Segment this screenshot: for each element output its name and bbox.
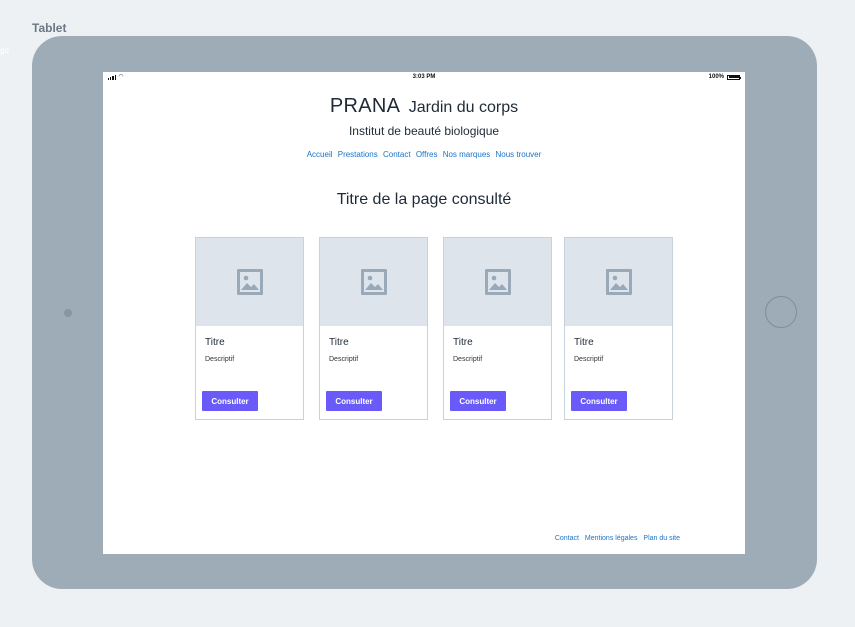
footer-link-mentions-legales[interactable]: Mentions légales (585, 535, 638, 542)
page-title: Titre de la page consulté (336, 191, 512, 208)
image-placeholder-icon (605, 269, 632, 295)
image-placeholder-icon (236, 269, 263, 295)
site-subtitle: Institut de beauté biologique (348, 124, 500, 138)
footer-links: Contact Mentions légales Plan du site (551, 535, 680, 542)
battery-icon (727, 74, 741, 80)
card: Titre Descriptif Consulter (443, 237, 552, 420)
card: Titre Descriptif Consulter (564, 237, 673, 420)
home-button[interactable] (765, 296, 797, 328)
card-description: Descriptif (329, 356, 359, 363)
card-image (565, 238, 672, 326)
card-description: Descriptif (205, 356, 235, 363)
nav-item-nos-marques[interactable]: Nos marques (443, 150, 491, 159)
nav-item-accueil[interactable]: Accueil (307, 150, 333, 159)
camera-icon (64, 309, 72, 317)
card: Titre Descriptif Consulter (195, 237, 304, 420)
stray-text: go (0, 46, 9, 55)
card-title: Titre (329, 337, 349, 348)
footer-link-contact[interactable]: Contact (555, 535, 579, 542)
card-title: Titre (453, 337, 473, 348)
card-image (320, 238, 427, 326)
card-title: Titre (574, 337, 594, 348)
status-right: 100% (708, 74, 741, 80)
consulter-button[interactable]: Consulter (450, 391, 506, 411)
nav-item-nous-trouver[interactable]: Nous trouver (496, 150, 542, 159)
status-bar: ◠ 3:03 PM 100% (103, 72, 745, 84)
main-nav: Accueil Prestations Contact Offres Nos m… (103, 150, 745, 159)
tablet-frame: ◠ 3:03 PM 100% PRANA Jardin du corps Ins… (32, 36, 817, 589)
battery-percent: 100% (708, 74, 724, 80)
consulter-button[interactable]: Consulter (571, 391, 627, 411)
footer-link-plan-du-site[interactable]: Plan du site (643, 535, 680, 542)
brand-tagline: Jardin du corps (408, 99, 519, 116)
card-description: Descriptif (453, 356, 483, 363)
card-image (444, 238, 551, 326)
nav-item-prestations[interactable]: Prestations (338, 150, 378, 159)
card-title: Titre (205, 337, 225, 348)
brand-name: PRANA (329, 95, 401, 117)
canvas-label: Tablet (32, 21, 67, 35)
image-placeholder-icon (484, 269, 511, 295)
card-description: Descriptif (574, 356, 604, 363)
status-time: 3:03 PM (412, 74, 436, 80)
card-image (196, 238, 303, 326)
nav-item-contact[interactable]: Contact (383, 150, 411, 159)
nav-item-offres[interactable]: Offres (416, 150, 438, 159)
consulter-button[interactable]: Consulter (326, 391, 382, 411)
image-placeholder-icon (360, 269, 387, 295)
card: Titre Descriptif Consulter (319, 237, 428, 420)
tablet-screen: ◠ 3:03 PM 100% PRANA Jardin du corps Ins… (103, 72, 745, 554)
site-title: PRANA Jardin du corps (103, 95, 745, 118)
consulter-button[interactable]: Consulter (202, 391, 258, 411)
